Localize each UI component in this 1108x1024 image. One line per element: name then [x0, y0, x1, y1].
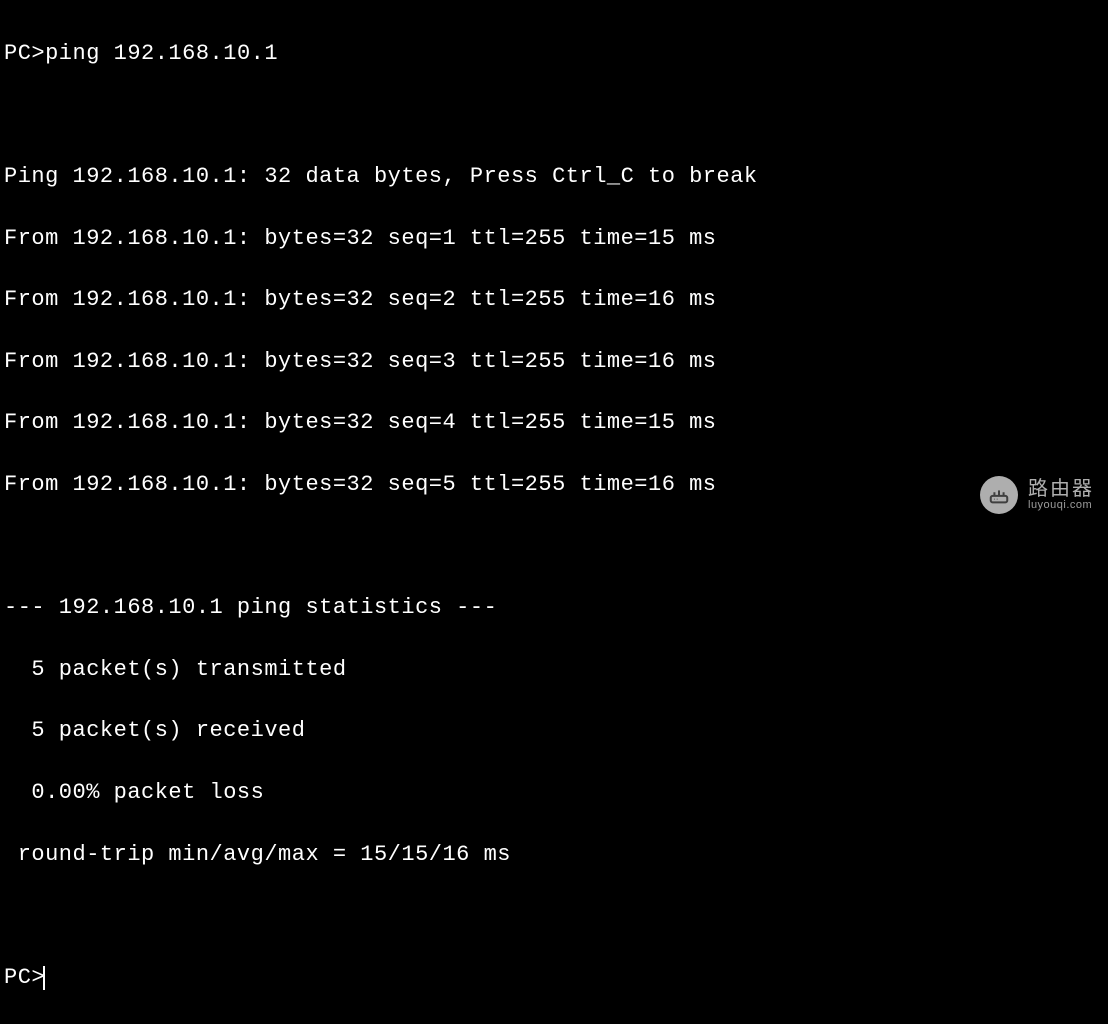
watermark-title: 路由器 — [1028, 479, 1094, 500]
stats-received: 5 packet(s) received — [4, 716, 1104, 747]
blank-line — [4, 901, 1104, 932]
prompt: PC> — [4, 965, 45, 990]
blank-line — [4, 532, 1104, 563]
stats-transmitted: 5 packet(s) transmitted — [4, 655, 1104, 686]
blank-line — [4, 100, 1104, 131]
stats-header: --- 192.168.10.1 ping statistics --- — [4, 593, 1104, 624]
ping-header: Ping 192.168.10.1: 32 data bytes, Press … — [4, 162, 1104, 193]
watermark-subtitle: luyouqi.com — [1028, 500, 1094, 512]
prompt: PC> — [4, 41, 45, 66]
stats-rtt: round-trip min/avg/max = 15/15/16 ms — [4, 840, 1104, 871]
command-text: ping 192.168.10.1 — [45, 41, 278, 66]
ping-reply: From 192.168.10.1: bytes=32 seq=3 ttl=25… — [4, 347, 1104, 378]
router-icon — [980, 476, 1018, 514]
ping-reply: From 192.168.10.1: bytes=32 seq=1 ttl=25… — [4, 224, 1104, 255]
stats-loss: 0.00% packet loss — [4, 778, 1104, 809]
cursor — [43, 966, 45, 990]
ping-reply: From 192.168.10.1: bytes=32 seq=4 ttl=25… — [4, 408, 1104, 439]
terminal-output[interactable]: PC>ping 192.168.10.1 Ping 192.168.10.1: … — [4, 8, 1104, 1024]
ping-reply: From 192.168.10.1: bytes=32 seq=5 ttl=25… — [4, 470, 1104, 501]
watermark: 路由器 luyouqi.com — [980, 476, 1094, 514]
ping-reply: From 192.168.10.1: bytes=32 seq=2 ttl=25… — [4, 285, 1104, 316]
